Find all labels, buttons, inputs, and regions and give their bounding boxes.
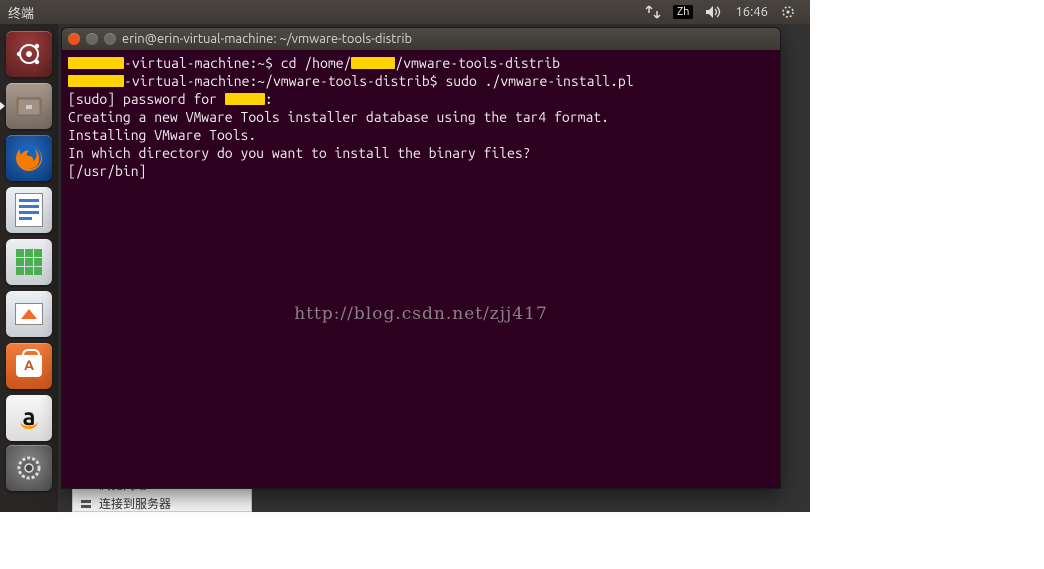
redacted-user (351, 57, 395, 69)
ime-label: Zh (673, 5, 694, 19)
sound-indicator[interactable] (699, 0, 729, 24)
session-indicator[interactable] (774, 0, 802, 24)
terminal-titlebar[interactable]: erin@erin-virtual-machine: ~/vmware-tool… (62, 28, 780, 50)
active-app-title: 终端 (8, 3, 34, 22)
redacted-user (68, 75, 124, 87)
files-icon[interactable] (5, 82, 53, 130)
writer-icon[interactable] (5, 186, 53, 234)
network-indicator[interactable] (639, 0, 667, 24)
window-minimize-button[interactable] (86, 33, 98, 45)
dash-icon[interactable] (5, 30, 53, 78)
redacted-user (225, 93, 265, 105)
clock-time: 16:46 (735, 5, 768, 19)
terminal-body[interactable]: -virtual-machine:~$ cd /home//vmware-too… (62, 50, 780, 488)
window-maximize-button[interactable] (104, 33, 116, 45)
watermark-text: http://blog.csdn.net/zjj417 (294, 305, 548, 323)
amazon-icon[interactable]: a (5, 394, 53, 442)
calc-icon[interactable] (5, 238, 53, 286)
software-center-icon[interactable]: A (5, 342, 53, 390)
clock-indicator[interactable]: 16:46 (729, 0, 774, 24)
ime-indicator[interactable]: Zh (667, 0, 700, 24)
redacted-user (68, 57, 124, 69)
firefox-icon[interactable] (5, 134, 53, 182)
top-menubar: 终端 Zh 16:46 (0, 0, 810, 24)
window-close-button[interactable] (68, 33, 80, 45)
unity-launcher: A a (0, 24, 58, 512)
ubuntu-desktop: 终端 Zh 16:46 A a 浏览网络 (0, 0, 810, 512)
nautilus-connect-server[interactable]: 连接到服务器 (79, 495, 245, 512)
terminal-window: erin@erin-virtual-machine: ~/vmware-tool… (61, 27, 781, 489)
impress-icon[interactable] (5, 290, 53, 338)
settings-icon[interactable] (5, 444, 53, 492)
terminal-title: erin@erin-virtual-machine: ~/vmware-tool… (122, 32, 412, 46)
